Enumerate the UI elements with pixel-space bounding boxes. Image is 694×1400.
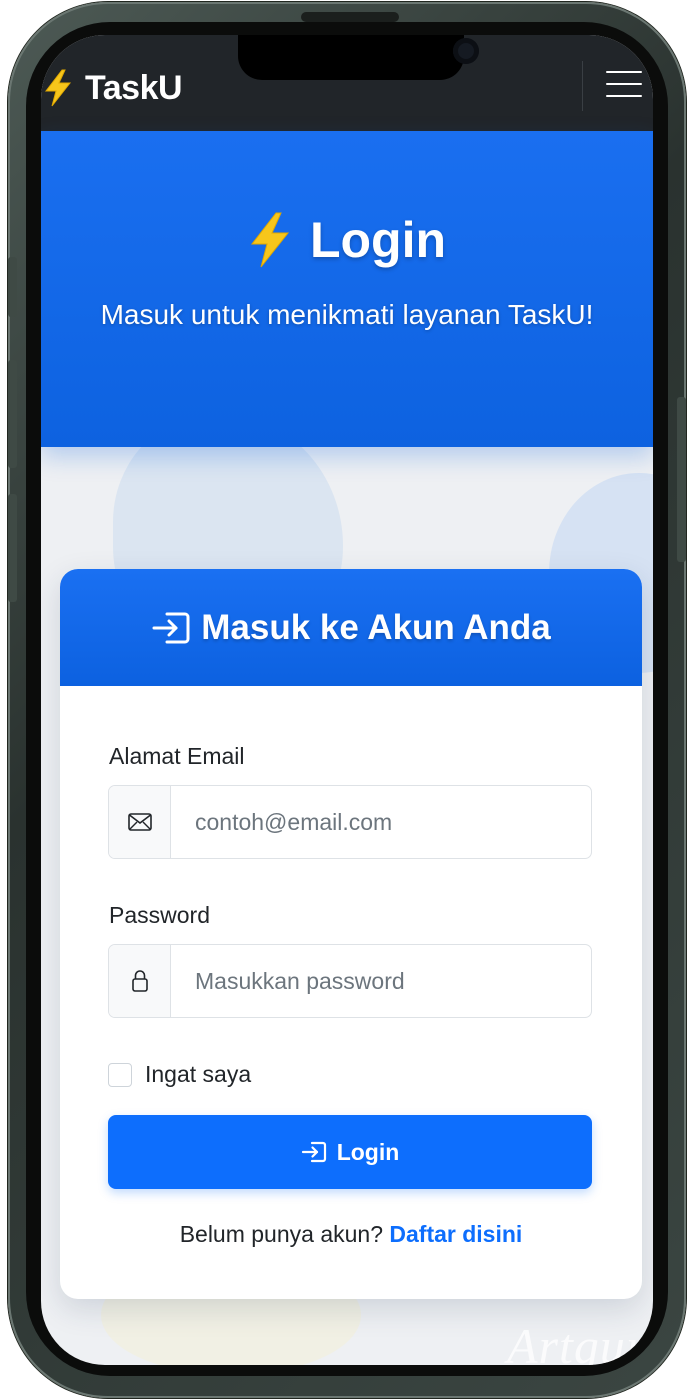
sign-in-icon <box>152 612 190 643</box>
mute-switch <box>8 257 17 317</box>
password-label: Password <box>109 902 210 928</box>
login-button[interactable]: Login <box>108 1115 592 1189</box>
email-label: Alamat Email <box>109 743 245 769</box>
password-addon <box>109 945 171 1017</box>
card-title: Masuk ke Akun Anda <box>201 607 551 647</box>
remember-me-label[interactable]: Ingat saya <box>145 1061 251 1088</box>
sign-in-icon <box>301 1141 326 1163</box>
email-input-group <box>108 785 592 859</box>
login-card: Masuk ke Akun Anda Alamat Email Password <box>60 569 642 1299</box>
power-button <box>677 397 686 562</box>
password-input-group <box>108 944 592 1018</box>
volume-up-button <box>8 360 17 468</box>
email-addon <box>109 786 171 858</box>
email-input[interactable] <box>171 786 591 858</box>
register-prompt: Belum punya akun? Daftar disini <box>60 1221 642 1248</box>
phone-speaker <box>301 12 399 22</box>
lock-icon <box>131 970 148 992</box>
page-title-text: Login <box>309 212 447 268</box>
remember-me-checkbox[interactable] <box>108 1062 132 1087</box>
lightning-bolt-icon <box>250 212 290 268</box>
notch <box>238 35 479 80</box>
login-button-label: Login <box>336 1138 400 1165</box>
register-link[interactable]: Daftar disini <box>389 1221 522 1247</box>
brand-link[interactable]: TaskU <box>41 68 183 108</box>
page-subtitle: Masuk untuk menikmati layanan TaskU! <box>100 299 594 330</box>
navbar-divider <box>582 61 583 111</box>
phone-screen: TaskU Login Masuk untuk menikmati layana… <box>41 35 653 1365</box>
remember-me: Ingat saya <box>108 1061 251 1088</box>
register-prompt-text: Belum punya akun? <box>179 1221 383 1247</box>
password-input[interactable] <box>171 945 591 1017</box>
watermark: Artguru <box>507 1318 653 1365</box>
hamburger-menu-icon[interactable] <box>606 71 642 99</box>
volume-down-button <box>8 494 17 602</box>
brand-name: TaskU <box>85 68 183 107</box>
hero-banner: Login Masuk untuk menikmati layanan Task… <box>41 131 653 447</box>
card-header: Masuk ke Akun Anda <box>60 569 642 686</box>
front-camera <box>453 38 479 64</box>
page-title: Login <box>41 211 653 269</box>
lightning-bolt-icon <box>44 69 72 107</box>
envelope-icon <box>127 813 152 831</box>
